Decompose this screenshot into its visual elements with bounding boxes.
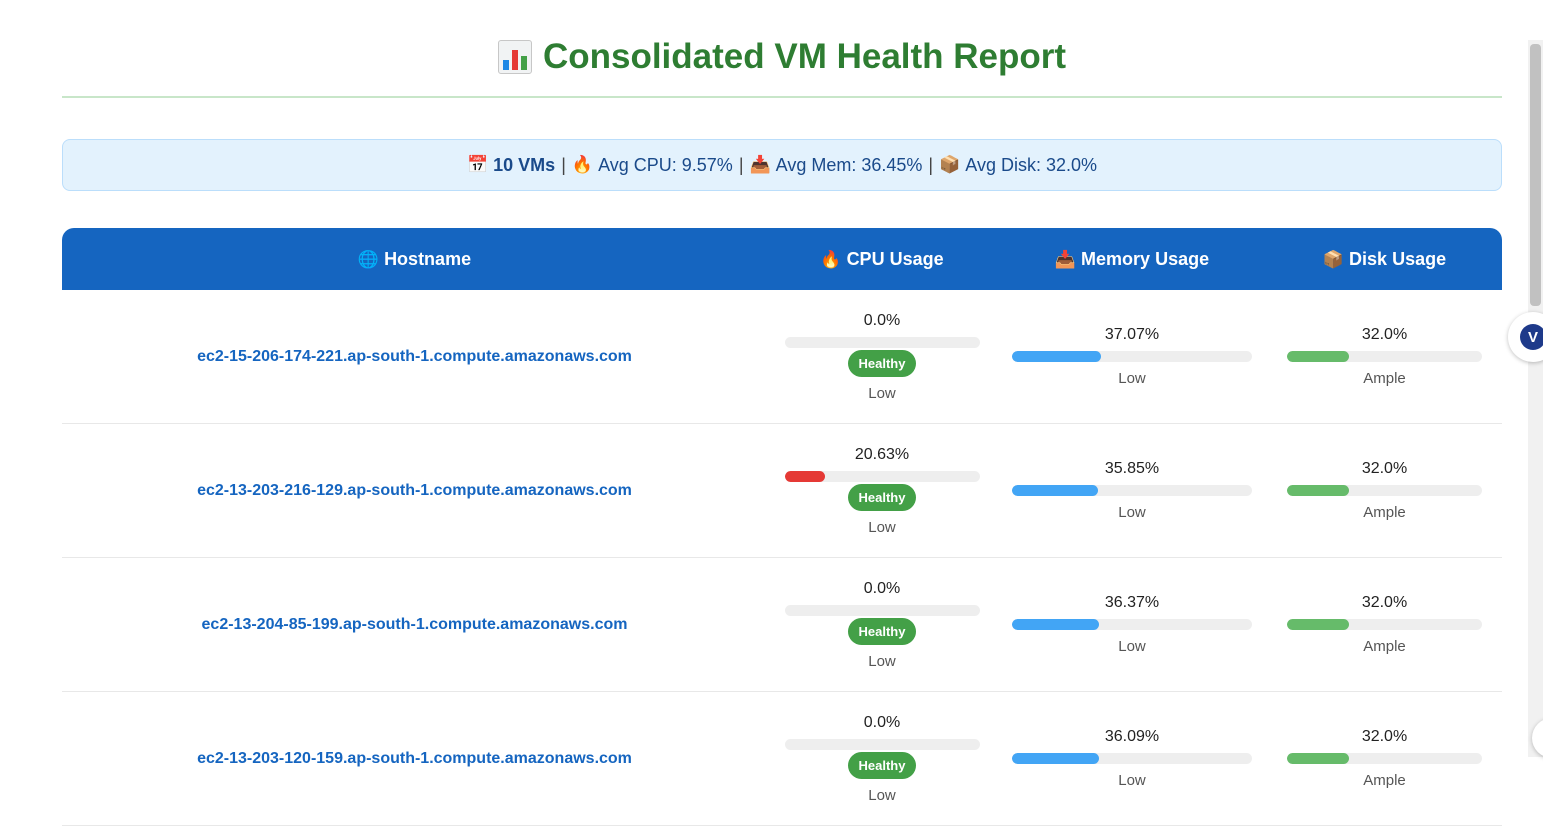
disk-level-label: Ample: [1363, 772, 1406, 789]
memory-usage-bar: [1012, 753, 1252, 764]
memory-value: 37.07%: [1104, 326, 1160, 343]
memory-value: 36.09%: [1104, 728, 1160, 745]
vpn-extension-icon: V: [1520, 324, 1543, 350]
globe-icon: 🌐: [357, 249, 380, 269]
cpu-bar-fill: [784, 470, 825, 482]
cpu-value: 0.0%: [863, 579, 901, 597]
vm-health-table: 🌐 Hostname 🔥 CPU Usage 📥 Memory Usage 📦 Disk…: [62, 228, 1502, 826]
summary-avg-disk: Avg Disk: 32.0%: [965, 154, 1098, 175]
disk-usage-bar: [1287, 619, 1482, 630]
cpu-value: 20.63%: [854, 445, 910, 463]
memory-usage-bar: [1012, 619, 1252, 630]
memory-bar-fill: [1012, 753, 1099, 764]
table-header-row: 🌐 Hostname 🔥 CPU Usage 📥 Memory Usage 📦 Disk…: [62, 228, 1502, 290]
hostname-link[interactable]: ec2-13-204-85-199.ap-south-1.compute.ama…: [202, 616, 628, 633]
disk-usage-bar: [1287, 351, 1482, 362]
disk-value: 32.0%: [1361, 326, 1408, 343]
hostname-link[interactable]: ec2-13-203-120-159.ap-south-1.compute.am…: [197, 750, 632, 767]
disk-bar-fill: [1287, 619, 1350, 630]
header-memory-label: Memory Usage: [1081, 248, 1210, 269]
header-disk-label: Disk Usage: [1349, 248, 1447, 269]
cpu-value: 0.0%: [863, 713, 901, 731]
header-cpu: 🔥 CPU Usage: [767, 228, 997, 290]
summary-vm-count: 10 VMs: [493, 154, 556, 175]
status-badge: Healthy: [847, 751, 917, 779]
memory-usage-bar: [1012, 485, 1252, 496]
memory-level-label: Low: [1118, 772, 1146, 789]
memory-value: 35.85%: [1104, 460, 1160, 477]
cpu-usage-bar: [784, 604, 980, 616]
cpu-usage-bar: [784, 470, 980, 482]
header-disk: 📦 Disk Usage: [1267, 228, 1502, 290]
status-badge: Healthy: [847, 349, 917, 377]
calendar-icon: 📅: [466, 155, 489, 174]
disk-level-label: Ample: [1363, 504, 1406, 521]
memory-value: 36.37%: [1104, 594, 1160, 611]
hostname-link[interactable]: ec2-13-203-216-129.ap-south-1.compute.am…: [197, 482, 632, 499]
package-icon: 📦: [939, 155, 961, 174]
title-bar: Consolidated VM Health Report: [62, 0, 1502, 98]
memory-bar-fill: [1012, 485, 1099, 496]
vpn-extension-button[interactable]: V: [1508, 312, 1543, 362]
table-row: ec2-13-204-85-199.ap-south-1.compute.ama…: [62, 557, 1502, 692]
scrollbar-thumb[interactable]: [1530, 44, 1541, 306]
inbox-tray-icon: 📥: [749, 155, 771, 174]
status-badge: Healthy: [847, 483, 917, 511]
fire-icon: 🔥: [571, 155, 594, 174]
cpu-value: 0.0%: [863, 311, 901, 329]
summary-separator: |: [928, 154, 934, 175]
inbox-tray-icon: 📥: [1054, 249, 1077, 269]
disk-usage-bar: [1287, 485, 1482, 496]
disk-level-label: Ample: [1363, 370, 1406, 387]
disk-value: 32.0%: [1361, 594, 1408, 611]
cpu-usage-bar: [784, 336, 980, 348]
cpu-level-label: Low: [868, 652, 896, 670]
package-icon: 📦: [1322, 249, 1345, 269]
hostname-link[interactable]: ec2-15-206-174-221.ap-south-1.compute.am…: [197, 348, 632, 365]
memory-level-label: Low: [1118, 370, 1146, 387]
table-row: ec2-13-203-216-129.ap-south-1.compute.am…: [62, 423, 1502, 558]
page-title-text: Consolidated VM Health Report: [542, 36, 1067, 76]
report-page: Consolidated VM Health Report 📅 10 VMs |…: [62, 0, 1502, 826]
disk-usage-bar: [1287, 753, 1482, 764]
status-badge: Healthy: [847, 617, 917, 645]
disk-bar-fill: [1287, 351, 1350, 362]
summary-avg-cpu: Avg CPU: 9.57%: [598, 154, 733, 175]
disk-bar-fill: [1287, 753, 1350, 764]
cpu-level-label: Low: [868, 786, 896, 804]
table-row: ec2-13-203-120-159.ap-south-1.compute.am…: [62, 691, 1502, 826]
header-cpu-label: CPU Usage: [846, 248, 944, 269]
cpu-usage-bar: [784, 738, 980, 750]
summary-separator: |: [561, 154, 566, 175]
cpu-level-label: Low: [868, 384, 896, 402]
disk-bar-fill: [1287, 485, 1350, 496]
bar-chart-icon: [497, 39, 532, 74]
header-hostname-label: Hostname: [384, 248, 472, 269]
summary-separator: |: [738, 154, 744, 175]
cpu-level-label: Low: [868, 518, 896, 536]
disk-value: 32.0%: [1361, 728, 1408, 745]
summary-avg-mem: Avg Mem: 36.45%: [775, 154, 923, 175]
page-title: Consolidated VM Health Report: [497, 20, 1067, 77]
disk-value: 32.0%: [1361, 460, 1408, 477]
memory-bar-fill: [1012, 619, 1100, 630]
memory-level-label: Low: [1118, 504, 1146, 521]
fire-icon: 🔥: [820, 249, 842, 269]
disk-level-label: Ample: [1363, 638, 1406, 655]
vertical-scrollbar[interactable]: [1528, 40, 1543, 757]
table-row: ec2-15-206-174-221.ap-south-1.compute.am…: [62, 290, 1502, 424]
summary-banner: 📅 10 VMs | 🔥 Avg CPU: 9.57% | 📥 Avg Mem:…: [62, 139, 1502, 191]
memory-level-label: Low: [1118, 638, 1146, 655]
header-hostname: 🌐 Hostname: [62, 228, 767, 290]
header-memory: 📥 Memory Usage: [997, 228, 1267, 290]
memory-bar-fill: [1012, 351, 1101, 362]
memory-usage-bar: [1012, 351, 1252, 362]
